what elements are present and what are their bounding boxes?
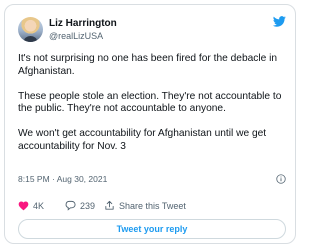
tweet-text: It's not surprising no one has been fire… [18,53,290,153]
info-icon[interactable] [276,174,286,184]
tweet-header: Liz Harrington @realLizUSA [18,16,286,46]
tweet-paragraph: These people stole an election. They're … [18,90,282,115]
tweet-actions: 4K 239 Share this Tweet [18,200,286,214]
share-label: Share this Tweet [119,200,186,211]
like-button[interactable]: 4K [18,200,44,211]
like-count: 4K [33,200,45,211]
share-button[interactable]: Share this Tweet [104,200,186,211]
tweet-meta: 8:15 PM · Aug 30, 2021 [18,174,286,188]
reply-count: 239 [80,200,96,211]
twitter-bird-icon[interactable] [273,16,286,27]
avatar[interactable] [18,17,43,42]
share-icon [105,200,114,210]
author-handle[interactable]: @realLizUSA [49,31,103,41]
tweet-card: Liz Harrington @realLizUSA It's not surp… [4,4,296,244]
reply-bubble-icon [65,200,76,211]
author-name[interactable]: Liz Harrington [49,18,117,29]
tweet-timestamp[interactable]: 8:15 PM · Aug 30, 2021 [18,174,107,184]
tweet-paragraph: We won't get accountability for Afghanis… [18,128,267,152]
tweet-reply-button[interactable]: Tweet your reply [18,219,286,239]
heart-icon [18,201,29,211]
tweet-paragraph: It's not surprising no one has been fire… [18,53,278,77]
reply-button[interactable]: 239 [65,200,95,211]
